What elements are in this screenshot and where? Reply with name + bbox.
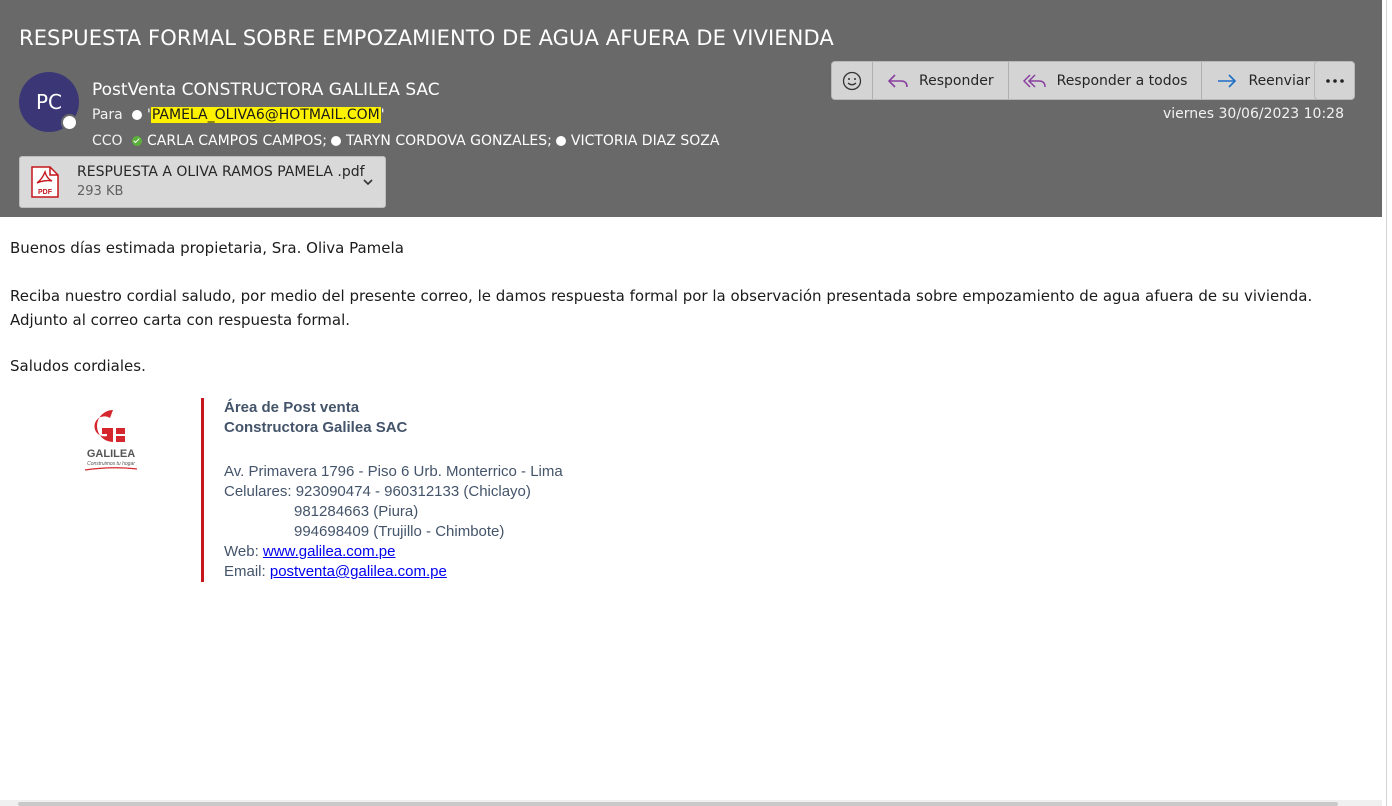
svg-text:GALILEA: GALILEA bbox=[87, 448, 135, 460]
forward-button[interactable]: Reenviar bbox=[1202, 62, 1325, 99]
body-paragraph: Reciba nuestro cordial saludo, por medio… bbox=[10, 287, 1313, 305]
signature-web: Web: www.galilea.com.pe bbox=[224, 543, 395, 560]
email-subject: RESPUESTA FORMAL SOBRE EMPOZAMIENTO DE A… bbox=[19, 26, 834, 50]
bcc-recipient[interactable]: CARLA CAMPOS CAMPOS; bbox=[147, 133, 327, 149]
pdf-file-icon: PDF bbox=[31, 166, 59, 198]
sender-name[interactable]: PostVenta CONSTRUCTORA GALILEA SAC bbox=[92, 80, 440, 100]
reply-label: Responder bbox=[919, 72, 994, 89]
bcc-recipient[interactable]: VICTORIA DIAZ SOZA bbox=[571, 133, 720, 149]
vertical-scrollbar[interactable] bbox=[1382, 0, 1392, 806]
to-line: Para ' PAMELA_OLIVA6@HOTMAIL.COM ' bbox=[92, 105, 385, 125]
signature-email: Email: postventa@galilea.com.pe bbox=[224, 563, 447, 580]
quote-close: ' bbox=[380, 107, 385, 123]
svg-text:Construimos tu hogar: Construimos tu hogar bbox=[87, 461, 135, 467]
bcc-line: CCO CARLA CAMPOS CAMPOS; TARYN CORDOVA G… bbox=[92, 131, 723, 151]
email-label: Email: bbox=[224, 563, 266, 580]
galilea-logo: GALILEA Construimos tu hogar bbox=[84, 410, 138, 471]
message-actions-toolbar: Responder Responder a todos Reenviar bbox=[831, 61, 1326, 100]
email-link[interactable]: postventa@galilea.com.pe bbox=[270, 563, 447, 580]
signature-phones: Celulares: 923090474 - 960312133 (Chicla… bbox=[224, 483, 531, 500]
phones-label: Celulares: bbox=[224, 483, 292, 500]
reply-button[interactable]: Responder bbox=[873, 62, 1009, 99]
signature-address: Av. Primavera 1796 - Piso 6 Urb. Monterr… bbox=[224, 463, 563, 480]
attachment-card[interactable]: PDF RESPUESTA A OLIVA RAMOS PAMELA .pdf … bbox=[19, 156, 386, 208]
reply-all-icon bbox=[1022, 73, 1046, 88]
bcc-recipient[interactable]: TARYN CORDOVA GONZALES; bbox=[346, 133, 552, 149]
attachment-size: 293 KB bbox=[77, 184, 124, 199]
presence-status-icon bbox=[61, 114, 78, 131]
scrollbar-thumb[interactable] bbox=[18, 802, 1338, 806]
web-link[interactable]: www.galilea.com.pe bbox=[263, 543, 396, 560]
svg-text:PDF: PDF bbox=[38, 189, 53, 196]
bcc-label: CCO bbox=[92, 133, 123, 149]
forward-icon bbox=[1218, 73, 1237, 88]
chevron-down-icon[interactable] bbox=[361, 175, 375, 189]
avatar-initials: PC bbox=[35, 90, 63, 114]
greeting: Buenos días estimada propietaria, Sra. O… bbox=[10, 239, 404, 257]
phone-number: 981284663 (Piura) bbox=[294, 503, 419, 520]
to-label: Para bbox=[92, 107, 123, 123]
scrollbar-track bbox=[1386, 0, 1387, 806]
more-ellipsis-icon bbox=[1325, 78, 1344, 83]
reaction-button[interactable] bbox=[832, 62, 873, 99]
forward-label: Reenviar bbox=[1248, 72, 1311, 89]
web-label: Web: bbox=[224, 543, 259, 560]
message-header: RESPUESTA FORMAL SOBRE EMPOZAMIENTO DE A… bbox=[0, 0, 1382, 217]
signature-divider bbox=[201, 398, 204, 582]
horizontal-scrollbar[interactable] bbox=[0, 800, 1382, 806]
reply-icon bbox=[887, 73, 908, 88]
to-recipient[interactable]: PAMELA_OLIVA6@HOTMAIL.COM bbox=[150, 107, 381, 123]
smiley-icon bbox=[842, 71, 862, 90]
sent-date: viernes 30/06/2023 10:28 bbox=[1162, 106, 1344, 122]
phone-number: 994698409 (Trujillo - Chimbote) bbox=[294, 523, 505, 540]
body-paragraph: Adjunto al correo carta con respuesta fo… bbox=[10, 311, 351, 329]
recipient-status-icon bbox=[555, 136, 566, 146]
reply-all-button[interactable]: Responder a todos bbox=[1008, 62, 1203, 99]
phone-number: 923090474 - 960312133 (Chiclayo) bbox=[295, 483, 531, 500]
more-actions-button[interactable] bbox=[1314, 61, 1355, 100]
signature-department: Área de Post venta bbox=[224, 399, 360, 416]
attachment-name: RESPUESTA A OLIVA RAMOS PAMELA .pdf bbox=[77, 164, 365, 180]
reply-all-label: Responder a todos bbox=[1056, 72, 1188, 89]
available-status-icon bbox=[132, 136, 142, 146]
recipient-status-icon bbox=[330, 136, 341, 146]
recipient-status-icon bbox=[132, 110, 142, 120]
closing: Saludos cordiales. bbox=[10, 357, 146, 375]
signature-company: Constructora Galilea SAC bbox=[224, 419, 408, 436]
